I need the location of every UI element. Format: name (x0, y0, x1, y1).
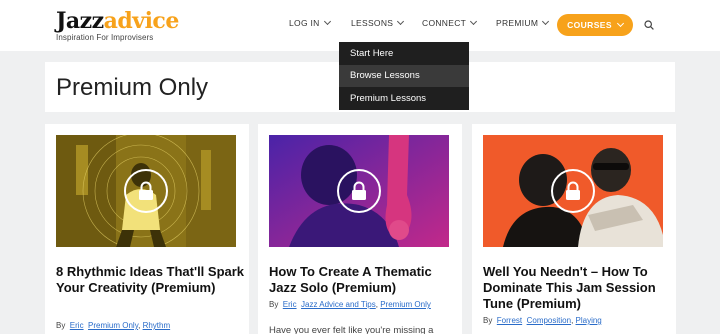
lesson-title[interactable]: 8 Rhythmic Ideas That'll Spark Your Crea… (56, 264, 246, 296)
lesson-title[interactable]: Well You Needn't – How To Dominate This … (483, 264, 673, 312)
author-link[interactable]: Forrest (497, 316, 522, 325)
nav-lessons-label: LESSONS (351, 18, 394, 28)
lock-badge (551, 169, 595, 213)
search-icon[interactable] (644, 20, 654, 30)
lesson-thumbnail[interactable] (483, 135, 663, 247)
category-link[interactable]: Rhythm (143, 321, 171, 330)
chevron-down-icon (616, 19, 624, 28)
lesson-meta: By Eric Premium Only, Rhythm (56, 321, 171, 330)
author-link[interactable]: Eric (283, 300, 297, 309)
chevron-down-icon (470, 17, 478, 26)
lesson-thumbnail[interactable] (269, 135, 449, 247)
lessons-dropdown-menu: Start Here Browse Lessons Premium Lesson… (339, 42, 469, 110)
courses-button[interactable]: COURSES (557, 14, 633, 36)
lock-icon (139, 181, 153, 200)
nav-connect-label: CONNECT (422, 18, 467, 28)
lesson-meta: By Eric Jazz Advice and Tips, Premium On… (269, 300, 431, 309)
category-link[interactable]: Playing (576, 316, 602, 325)
category-link[interactable]: Composition (527, 316, 571, 325)
category-link[interactable]: Jazz Advice and Tips (301, 300, 376, 309)
lesson-card: How To Create A Thematic Jazz Solo (Prem… (258, 124, 462, 334)
by-label: By (483, 316, 493, 325)
nav-login[interactable]: LOG IN (289, 17, 331, 28)
lock-icon (352, 181, 366, 200)
lesson-meta: By Forrest Composition, Playing (483, 316, 602, 325)
lock-badge (124, 169, 168, 213)
site-logo[interactable]: Jazzadvice Inspiration For Improvisers (56, 9, 179, 42)
category-link[interactable]: Premium Only (380, 300, 431, 309)
courses-button-label: COURSES (567, 20, 612, 30)
by-label: By (56, 321, 66, 330)
dropdown-item-browse-lessons[interactable]: Browse Lessons (339, 64, 469, 88)
logo-jazz: Jazz (56, 8, 104, 34)
nav-connect[interactable]: CONNECT (422, 17, 478, 28)
lesson-card: 8 Rhythmic Ideas That'll Spark Your Crea… (45, 124, 249, 334)
lesson-card: Well You Needn't – How To Dominate This … (472, 124, 676, 334)
author-link[interactable]: Eric (70, 321, 84, 330)
nav-premium[interactable]: PREMIUM (496, 17, 550, 28)
lesson-thumbnail[interactable] (56, 135, 236, 247)
chevron-down-icon (323, 17, 331, 26)
logo-tagline: Inspiration For Improvisers (56, 33, 154, 42)
dropdown-item-premium-lessons[interactable]: Premium Lessons (339, 87, 469, 110)
category-link[interactable]: Premium Only (88, 321, 138, 330)
lesson-excerpt: Have you ever felt like you're missing a (269, 325, 434, 334)
nav-lessons[interactable]: LESSONS (351, 17, 405, 28)
lock-icon (566, 181, 580, 200)
nav-login-label: LOG IN (289, 18, 320, 28)
nav-premium-label: PREMIUM (496, 18, 539, 28)
chevron-down-icon (542, 17, 550, 26)
page-title: Premium Only (56, 74, 209, 101)
lock-badge (337, 169, 381, 213)
lesson-title[interactable]: How To Create A Thematic Jazz Solo (Prem… (269, 264, 459, 296)
by-label: By (269, 300, 279, 309)
logo-advice: advice (103, 8, 180, 34)
chevron-down-icon (397, 17, 405, 26)
dropdown-item-start-here[interactable]: Start Here (339, 42, 469, 65)
